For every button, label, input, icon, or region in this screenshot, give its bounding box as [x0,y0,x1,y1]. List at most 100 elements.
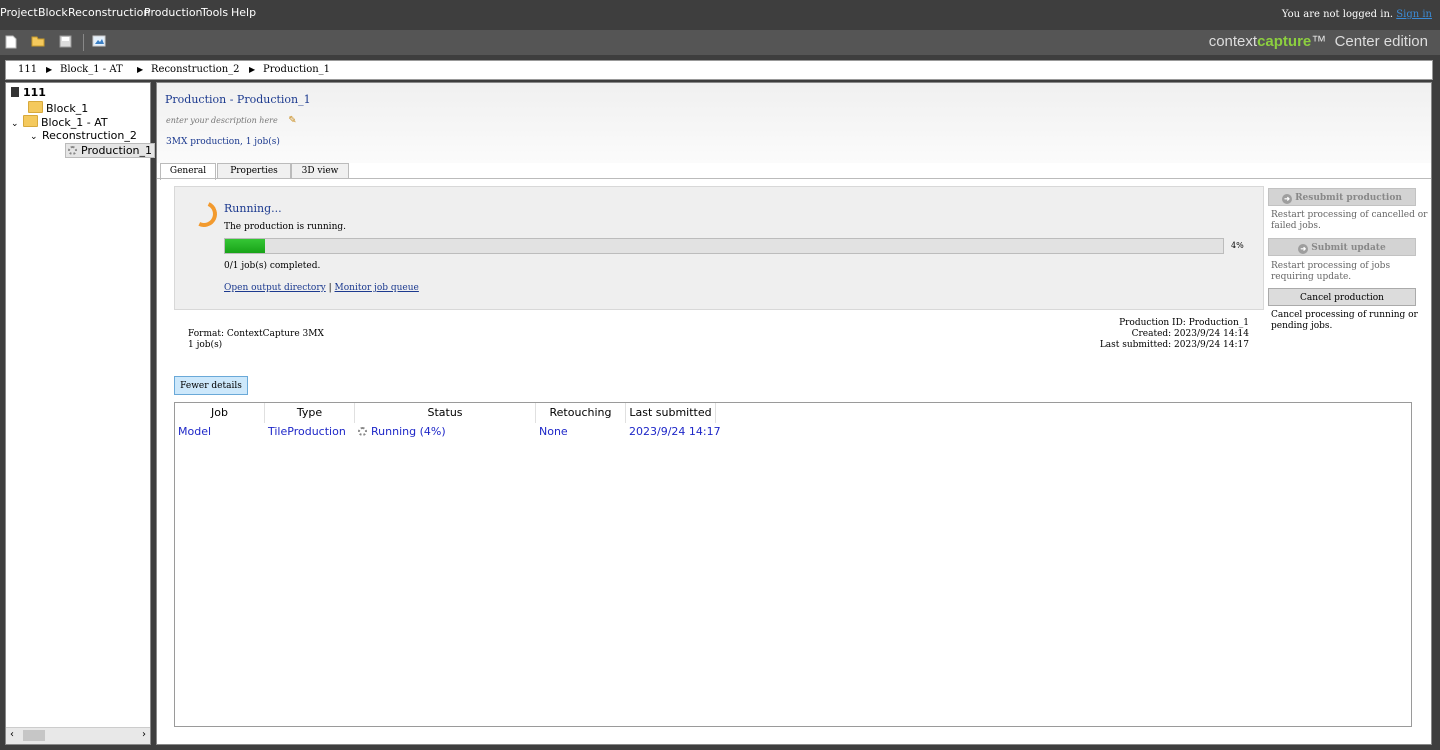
chevron-down-icon[interactable]: ⌄ [11,119,23,129]
tree-item-block-1-at[interactable]: ⌄ Block_1 - AT [11,115,108,129]
tree-item-label: Block_1 [46,102,89,115]
menu-block[interactable]: Block [38,6,68,19]
tab-3d-view[interactable]: 3D view [291,163,349,179]
cell-last-submitted: 2023/9/24 14:17 [629,425,721,438]
column-header-last-submitted[interactable]: Last submitted [626,403,716,423]
open-folder-icon[interactable] [31,35,47,49]
last-submitted-text: Last submitted: 2023/9/24 14:17 [1099,340,1249,350]
gear-icon [358,427,367,436]
breadcrumb-item[interactable]: Reconstruction_2 [151,64,240,75]
resubmit-description: Restart processing of cancelled or faile… [1271,210,1428,231]
breadcrumb-item[interactable]: 111 [18,64,37,75]
production-id-text: Production ID: Production_1 [1119,318,1249,328]
toolbar-separator [83,34,84,51]
column-header-status[interactable]: Status [355,403,536,423]
folder-icon [28,101,43,113]
production-summary: 3MX production, 1 job(s) [166,137,280,147]
breadcrumb-arrow-icon: ▶ [137,65,144,74]
breadcrumb: 111 ▶ Block_1 - AT ▶ Reconstruction_2 ▶ … [5,60,1433,80]
description-field[interactable]: enter your description here ✎ [166,115,297,126]
format-text: Format: ContextCapture 3MX [188,329,324,339]
edit-pencil-icon[interactable]: ✎ [288,115,296,126]
menu-production[interactable]: Production [144,6,203,19]
menu-tools[interactable]: Tools [201,6,228,19]
submit-update-button[interactable]: ➜ Submit update [1268,238,1416,256]
login-text: You are not logged in. [1281,9,1394,20]
column-header-retouching[interactable]: Retouching [536,403,626,423]
arrow-right-icon: ➜ [1282,194,1293,204]
production-gear-icon [68,146,77,155]
progress-fill [225,239,265,253]
scrollbar-thumb[interactable] [23,730,45,741]
brand-suffix: Center edition [1334,33,1428,50]
fewer-details-button[interactable]: Fewer details [174,376,248,395]
monitor-job-queue-link[interactable]: Monitor job queue [335,283,419,293]
tree-item-label: Block_1 - AT [41,116,108,129]
open-output-directory-link[interactable]: Open output directory [224,283,326,293]
scroll-right-icon[interactable]: › [142,729,146,740]
menu-bar: Project Block Reconstruction Production … [0,0,1440,30]
resubmit-label: Resubmit production [1295,193,1402,203]
folder-icon [23,115,38,127]
submit-update-label: Submit update [1311,243,1386,253]
tab-divider [157,178,1431,179]
job-table: Job Type Status Retouching Last submitte… [174,402,1412,727]
submit-update-description: Restart processing of jobs requiring upd… [1271,261,1391,282]
brand-bold: capture [1257,33,1312,50]
production-panel: Production - Production_1 enter your des… [156,82,1432,745]
progress-percent: 4% [1231,241,1244,250]
status-message: The production is running. [224,222,346,232]
scroll-left-icon[interactable]: ‹ [10,729,14,740]
status-box: Running... The production is running. 4%… [174,186,1264,310]
breadcrumb-arrow-icon: ▶ [46,65,53,74]
brand-prefix: context [1208,33,1258,50]
brand-tm: ™ [1311,33,1327,50]
chevron-down-icon[interactable]: ⌄ [30,132,42,142]
tree-root-label: 111 [23,86,46,99]
new-file-icon[interactable] [5,35,21,49]
progress-bar [224,238,1224,254]
page-title: Production - Production_1 [165,93,311,106]
brand-logo: contextcapture™ Center edition [1209,33,1428,50]
tab-properties[interactable]: Properties [217,163,291,179]
status-links: Open output directory | Monitor job queu… [224,283,419,293]
column-header-job[interactable]: Job [175,403,265,423]
description-placeholder: enter your description here [166,116,278,125]
cell-job: Model [178,425,212,438]
tree-item-production-1[interactable]: Production_1 [65,143,156,158]
arrow-right-icon: ➜ [1298,244,1309,254]
cell-status-label: Running (4%) [371,425,446,438]
jobs-count-text: 1 job(s) [188,340,223,350]
cell-type: TileProduction [268,425,346,438]
tree-item-reconstruction-2[interactable]: ⌄ Reconstruction_2 [30,129,137,142]
breadcrumb-item[interactable]: Block_1 - AT [60,64,123,75]
tree-item-label: Reconstruction_2 [42,129,137,142]
sign-in-link[interactable]: Sign in [1396,9,1432,20]
breadcrumb-item[interactable]: Production_1 [263,64,330,75]
resubmit-production-button[interactable]: ➜ Resubmit production [1268,188,1416,206]
screenshot-icon[interactable] [92,35,108,49]
toolbar: contextcapture™ Center edition [0,30,1440,55]
cell-retouching: None [539,425,568,438]
horizontal-scrollbar[interactable]: ‹ › [6,727,150,744]
spinner-icon [187,197,221,231]
link-separator: | [328,283,332,293]
cell-status: Running (4%) [358,425,446,438]
production-header: Production - Production_1 enter your des… [157,83,1431,163]
cancel-production-button[interactable]: Cancel production [1268,288,1416,306]
breadcrumb-arrow-icon: ▶ [249,65,256,74]
menu-help[interactable]: Help [231,6,256,19]
login-status: You are not logged in. Sign in [1282,9,1432,20]
project-icon [11,87,19,97]
save-icon[interactable] [59,35,75,49]
tree-item-block-1[interactable]: Block_1 [28,101,88,115]
cancel-description: Cancel processing of running or pending … [1271,310,1418,331]
tree-item-label: Production_1 [81,144,153,157]
status-title: Running... [224,202,282,215]
created-text: Created: 2023/9/24 14:14 [1131,329,1249,339]
menu-project[interactable]: Project [0,6,38,19]
tree-root[interactable]: 111 [11,86,46,99]
project-tree: 111 Block_1 ⌄ Block_1 - AT ⌄ Reconstructio… [5,82,156,745]
menu-reconstruction[interactable]: Reconstruction [68,6,150,19]
column-header-type[interactable]: Type [265,403,355,423]
